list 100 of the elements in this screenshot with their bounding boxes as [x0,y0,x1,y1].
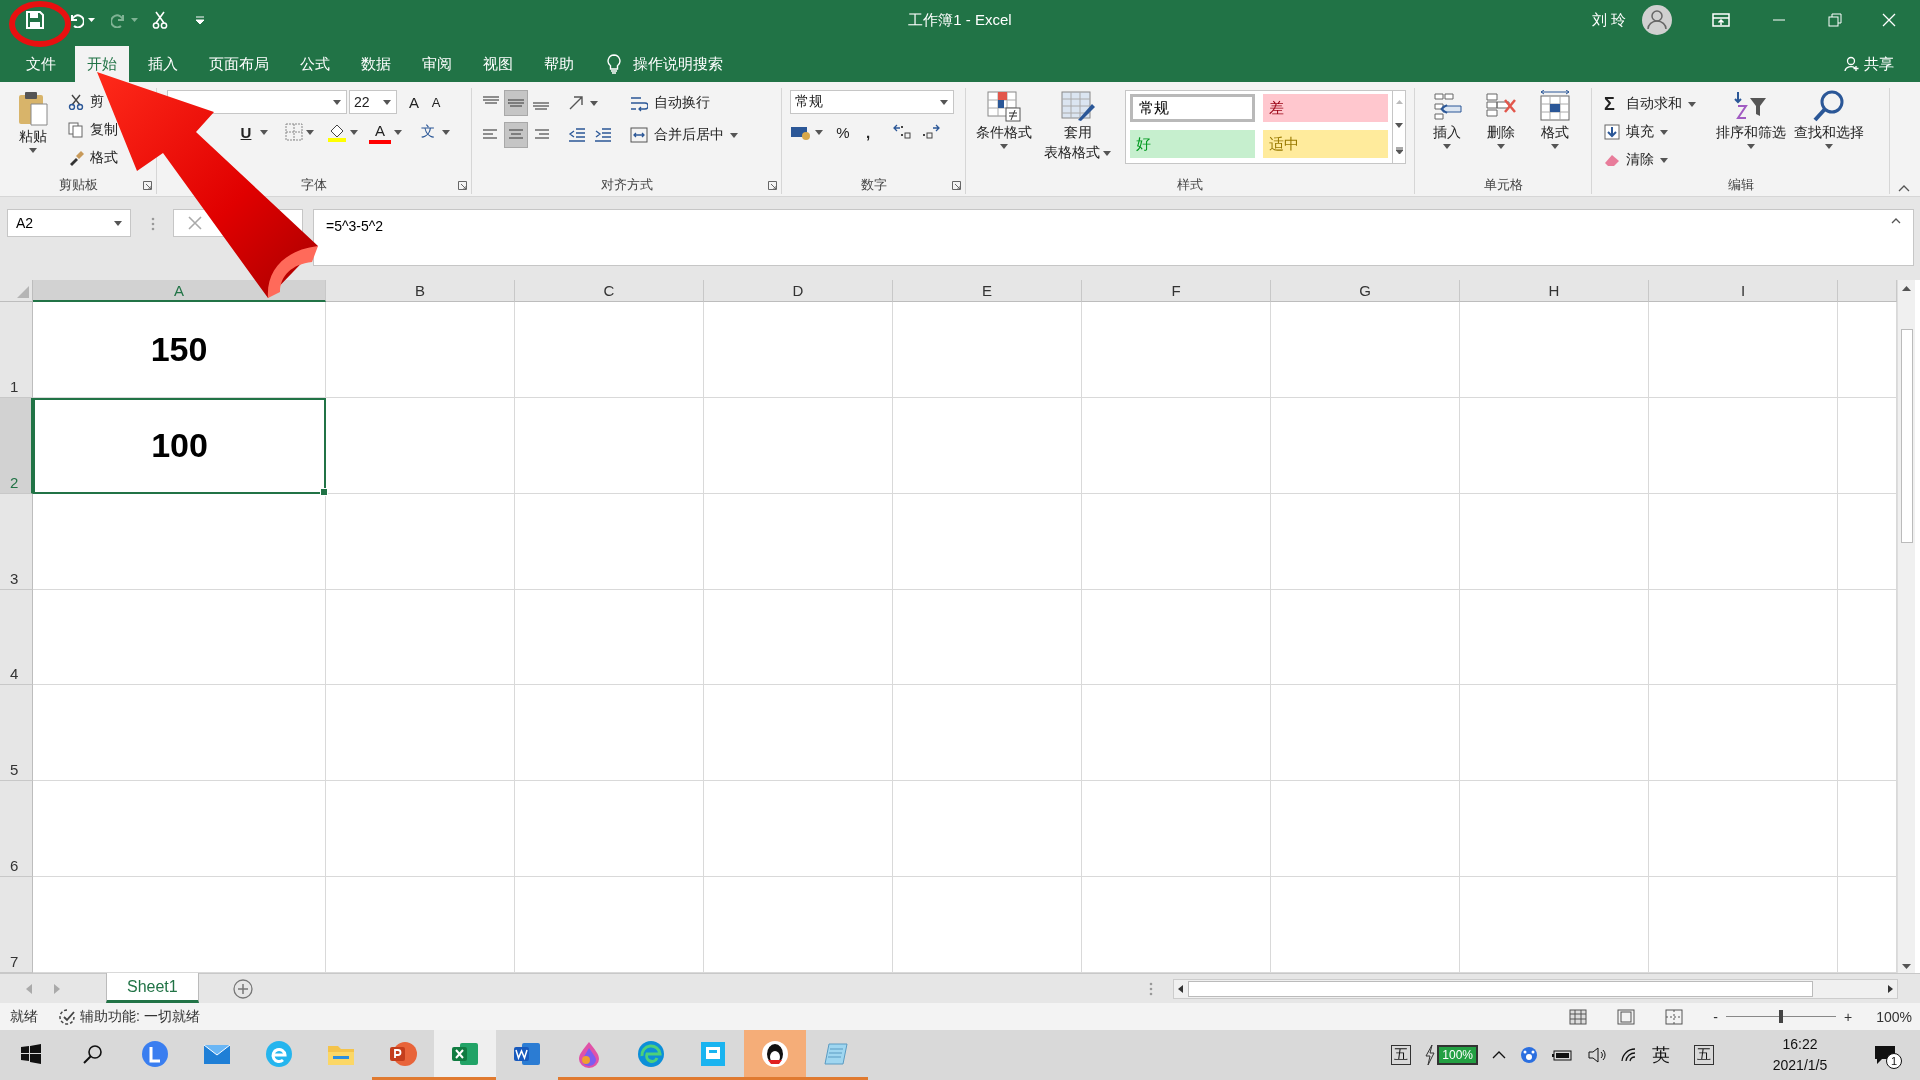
row-header[interactable]: 6 [0,781,33,878]
tell-me-search[interactable]: 操作说明搜索 [633,54,723,74]
phonetic-button[interactable]: 文 [417,120,439,144]
zoom-in-button[interactable]: + [1844,1008,1853,1025]
dropdown-caret-icon[interactable] [1103,150,1111,156]
dropdown-caret-icon[interactable] [1688,101,1696,107]
cell-style-swatch[interactable]: 适中 [1263,130,1388,158]
dropdown-caret-icon[interactable] [383,99,391,105]
dropdown-caret-icon[interactable] [394,129,402,135]
format-painter-icon[interactable] [68,150,84,166]
zoom-level[interactable]: 100% [1876,1008,1912,1025]
ribbon-tab[interactable]: 公式 [288,46,342,82]
dialog-launcher-icon[interactable] [952,181,961,190]
dropdown-caret-icon[interactable] [590,100,598,106]
column-header[interactable]: C [515,280,704,302]
dropdown-caret-icon[interactable] [730,132,738,138]
format-cells-icon[interactable] [1537,90,1573,122]
fill-color-icon[interactable] [327,122,347,142]
row-header[interactable]: 1 [0,302,33,398]
lark-app-icon[interactable] [141,1039,169,1068]
dropdown-caret-icon[interactable] [350,129,358,135]
normal-view-icon[interactable] [1569,1008,1588,1025]
battery-icon[interactable] [1552,1049,1574,1061]
page-layout-icon[interactable] [1617,1008,1636,1025]
undo-icon[interactable] [68,12,84,28]
scroll-down-icon[interactable] [1902,964,1911,969]
wifi-icon[interactable] [1620,1047,1638,1063]
font-color-button[interactable]: A [369,120,391,144]
ribbon-tab[interactable]: 视图 [471,46,525,82]
ribbon-tab[interactable]: 开始 [75,46,129,82]
save-icon[interactable] [26,11,44,29]
decrease-indent-icon[interactable] [568,127,586,143]
dropdown-caret-icon[interactable] [442,129,450,135]
wrap-text-button[interactable]: 自动换行 [654,94,710,112]
dropdown-caret-icon[interactable] [1660,157,1668,163]
formula-field[interactable]: =5^3-5^2 [313,209,1914,266]
decrease-decimal-icon[interactable] [921,124,941,140]
zoom-slider-thumb[interactable] [1779,1010,1783,1023]
row-header[interactable]: 4 [0,589,33,686]
dropdown-caret-icon[interactable] [1000,144,1008,149]
font-size-field[interactable]: 22 [349,90,397,114]
conditional-formatting-button[interactable]: 条件格式 [972,90,1036,149]
number-format-field[interactable]: 常规 [790,90,954,114]
wrap-text-icon[interactable] [630,94,648,112]
language-indicator[interactable]: 英 [1652,1043,1670,1067]
ribbon-tab[interactable]: 数据 [349,46,403,82]
taskbar-button[interactable] [744,1030,806,1080]
column-header[interactable]: G [1271,280,1460,302]
dropdown-caret-icon[interactable] [88,18,95,22]
cut-button[interactable]: 剪 [90,93,104,111]
restore-icon[interactable] [1828,13,1842,27]
user-avatar-icon[interactable] [1642,5,1672,35]
dialog-launcher-icon[interactable] [143,181,152,190]
dropdown-caret-icon[interactable] [114,220,122,226]
close-icon[interactable] [1882,13,1896,27]
speaker-icon[interactable] [1588,1047,1606,1063]
clock-date[interactable]: 2021/1/5 [1772,1055,1828,1076]
fill-button[interactable]: 填充 [1626,123,1654,141]
increase-decimal-icon[interactable] [892,124,912,140]
more-styles-icon[interactable] [1395,146,1403,154]
clear-button[interactable]: 清除 [1626,151,1654,169]
delete-cells-button[interactable]: 删除 [1479,90,1523,149]
sort-filter-icon[interactable] [1734,90,1768,122]
search-icon[interactable] [1812,90,1846,122]
dropdown-caret-icon[interactable] [940,99,948,105]
column-header[interactable]: F [1082,280,1271,302]
add-sheet-icon[interactable] [232,978,253,999]
sigma-icon[interactable]: Σ [1604,93,1620,115]
dropdown-caret-icon[interactable] [29,148,37,153]
notification-count[interactable]: 1 [1886,1053,1902,1069]
charging-bolt-icon[interactable] [1425,1045,1436,1065]
start-icon[interactable] [21,1043,41,1064]
column-header[interactable]: E [893,280,1082,302]
table-style-icon[interactable] [1059,90,1096,122]
splitter-handle-icon[interactable] [151,217,155,231]
cell-style-swatch[interactable]: 常规 [1130,94,1255,122]
autosum-button[interactable]: 自动求和 [1626,95,1682,113]
scrollbar-thumb[interactable] [1900,329,1913,543]
page-break-icon[interactable] [1665,1008,1684,1025]
row-header[interactable]: 7 [0,877,33,973]
ribbon-tab[interactable]: 页面布局 [197,46,281,82]
dialog-launcher-icon[interactable] [768,181,777,190]
grow-font-button[interactable]: A [403,90,425,114]
comma-button[interactable]: , [857,120,879,144]
copy-icon[interactable] [68,122,84,138]
vertical-scrollbar[interactable] [1897,280,1915,973]
sheet-tab[interactable]: Sheet1 [106,973,199,1003]
dialog-launcher-icon[interactable] [458,181,467,190]
input-mode-indicator[interactable]: 五 [1391,1045,1412,1065]
scissors-icon[interactable] [152,11,168,29]
ribbon-tab[interactable]: 帮助 [532,46,586,82]
row-header[interactable]: 5 [0,685,33,782]
fill-down-icon[interactable] [1604,124,1620,140]
fill-handle[interactable] [320,487,328,496]
gallery-scroll[interactable] [1393,90,1406,164]
ribbon-tab[interactable]: 文件 [14,46,68,82]
dropdown-caret-icon[interactable] [815,129,823,135]
ribbon-tab[interactable]: 插入 [136,46,190,82]
format-as-table-button[interactable]: 套用 表格格式 [1040,90,1115,162]
underline-button[interactable]: U [235,120,257,144]
